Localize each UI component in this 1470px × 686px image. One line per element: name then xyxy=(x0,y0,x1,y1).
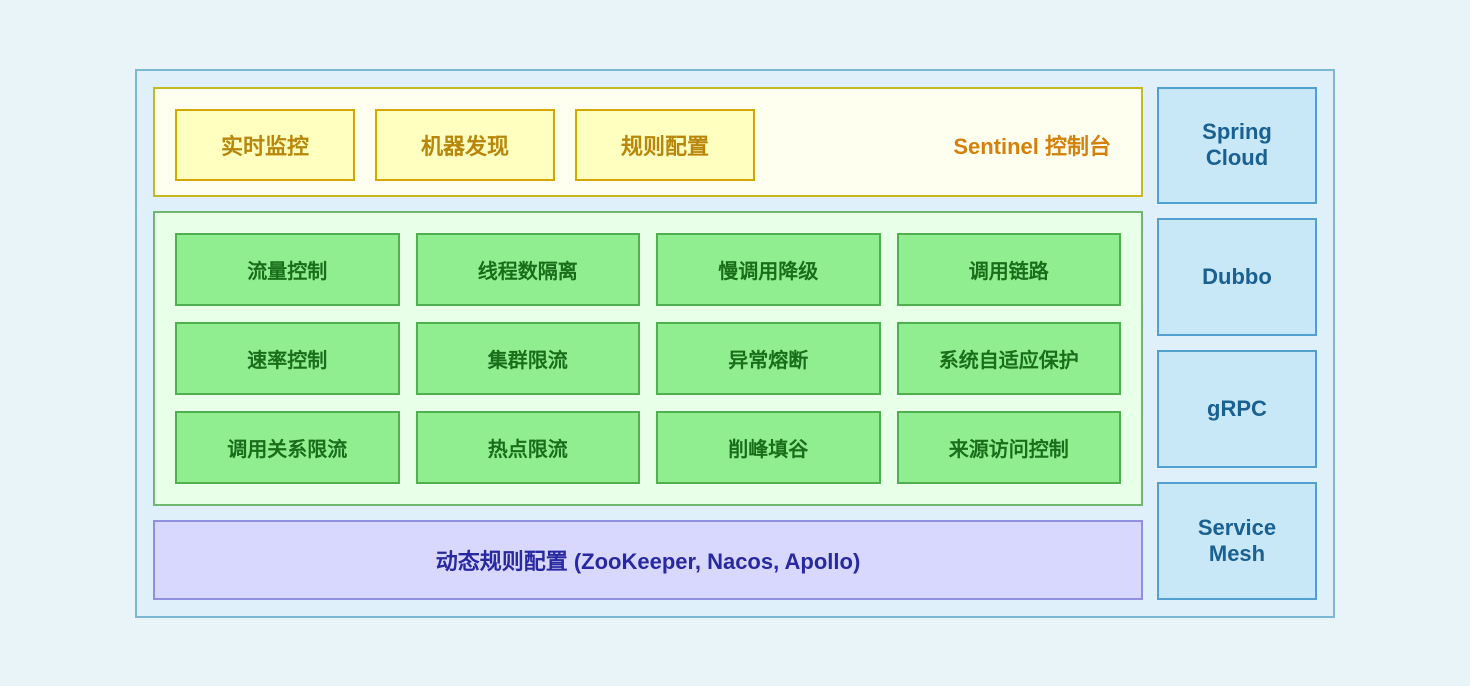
feature-peak-shaving: 削峰填谷 xyxy=(656,411,881,484)
feature-source-access-control: 来源访问控制 xyxy=(897,411,1122,484)
main-content: 实时监控 机器发现 规则配置 Sentinel 控制台 流量控制 线程数隔离 慢… xyxy=(153,87,1143,600)
feature-thread-isolation: 线程数隔离 xyxy=(416,233,641,306)
sentinel-box-discovery: 机器发现 xyxy=(375,109,555,181)
sidebar-spring-cloud: Spring Cloud xyxy=(1157,87,1317,205)
feature-cluster-limit: 集群限流 xyxy=(416,322,641,395)
feature-call-chain: 调用链路 xyxy=(897,233,1122,306)
feature-slow-call-degrade: 慢调用降级 xyxy=(656,233,881,306)
main-container: 实时监控 机器发现 规则配置 Sentinel 控制台 流量控制 线程数隔离 慢… xyxy=(135,69,1335,618)
feature-system-adaptive: 系统自适应保护 xyxy=(897,322,1122,395)
sentinel-box-config: 规则配置 xyxy=(575,109,755,181)
right-sidebar: Spring Cloud Dubbo gRPC Service Mesh xyxy=(1157,87,1317,600)
dynamic-config-panel: 动态规则配置 (ZooKeeper, Nacos, Apollo) xyxy=(153,520,1143,600)
features-row-2: 速率控制 集群限流 异常熔断 系统自适应保护 xyxy=(175,322,1121,395)
feature-rate-control: 速率控制 xyxy=(175,322,400,395)
sidebar-service-mesh: Service Mesh xyxy=(1157,482,1317,600)
feature-hotspot-limit: 热点限流 xyxy=(416,411,641,484)
feature-exception-breaker: 异常熔断 xyxy=(656,322,881,395)
sidebar-grpc: gRPC xyxy=(1157,350,1317,468)
feature-flow-control: 流量控制 xyxy=(175,233,400,306)
feature-call-relation-limit: 调用关系限流 xyxy=(175,411,400,484)
sentinel-top: 实时监控 机器发现 规则配置 Sentinel 控制台 xyxy=(175,109,1121,181)
features-row-1: 流量控制 线程数隔离 慢调用降级 调用链路 xyxy=(175,233,1121,306)
sentinel-panel: 实时监控 机器发现 规则配置 Sentinel 控制台 xyxy=(153,87,1143,197)
sentinel-box-monitor: 实时监控 xyxy=(175,109,355,181)
sidebar-dubbo: Dubbo xyxy=(1157,218,1317,336)
features-row-3: 调用关系限流 热点限流 削峰填谷 来源访问控制 xyxy=(175,411,1121,484)
sentinel-label: Sentinel 控制台 xyxy=(953,129,1121,161)
features-panel: 流量控制 线程数隔离 慢调用降级 调用链路 速率控制 集群限流 异常熔断 系统自… xyxy=(153,211,1143,506)
